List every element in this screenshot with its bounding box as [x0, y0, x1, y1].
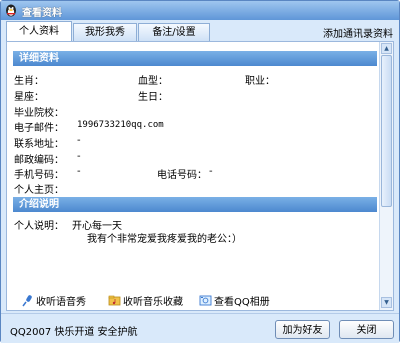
window-title: 查看资料 [22, 8, 62, 19]
qq-penguin-icon [6, 4, 16, 17]
scrollbar-thumb[interactable] [381, 55, 392, 207]
add-friend-button[interactable]: 加为好友 [275, 320, 330, 339]
scroll-up-icon[interactable]: ▲ [381, 43, 392, 54]
mobile-value: - [77, 166, 81, 177]
blood-type-label: 血型： [138, 76, 168, 87]
address-label: 联系地址： [14, 139, 64, 150]
listen-voice-show-label: 收听语音秀 [36, 297, 86, 308]
close-button[interactable]: 关闭 [339, 320, 394, 339]
address-value: - [77, 135, 81, 146]
view-qq-album-link[interactable]: 查看QQ相册 [199, 293, 270, 308]
listen-voice-show-link[interactable]: 收听语音秀 [21, 293, 86, 308]
microphone-icon [22, 295, 32, 307]
profile-window: 查看资料 个人资料 我形我秀 备注/设置 添加通讯录资料 详细资料 生肖： 血型… [0, 0, 400, 343]
school-label: 毕业院校： [14, 108, 64, 119]
tab-bar: 个人资料 我形我秀 备注/设置 添加通讯录资料 [1, 20, 399, 42]
add-contact-link[interactable]: 添加通讯录资料 [323, 25, 393, 40]
listen-music-label: 收听音乐收藏 [123, 297, 183, 308]
vertical-scrollbar[interactable]: ▲ ▼ [379, 42, 393, 310]
email-value: 1996733210qq.com [77, 120, 164, 130]
photo-album-icon [199, 295, 212, 306]
phone-label: 电话号码： [157, 170, 207, 181]
birthday-label: 生日： [138, 92, 168, 103]
intro-line-2: 我有个非常宠爱我疼爱我的老公：） [87, 234, 242, 245]
job-label: 职业： [245, 76, 275, 87]
postcode-value: - [77, 151, 81, 162]
intro-section-header: 介绍说明 [13, 197, 377, 212]
intro-label: 个人说明： [14, 221, 64, 232]
tab-show[interactable]: 我形我秀 [73, 23, 137, 41]
mobile-label: 手机号码： [14, 170, 64, 181]
tab-notes-settings[interactable]: 备注/设置 [138, 23, 210, 41]
footer-bar: QQ2007 快乐开道 安全护航 加为好友 关闭 [1, 313, 399, 343]
scroll-down-icon[interactable]: ▼ [381, 297, 392, 308]
homepage-label: 个人主页： [14, 185, 64, 196]
music-folder-icon [108, 295, 121, 306]
title-bar[interactable]: 查看资料 [1, 1, 399, 20]
email-label: 电子邮件： [14, 123, 64, 134]
postcode-label: 邮政编码： [14, 155, 64, 166]
footer-brand-text: QQ2007 快乐开道 安全护航 [10, 327, 138, 338]
listen-music-link[interactable]: 收听音乐收藏 [108, 293, 183, 308]
constellation-label: 星座： [14, 92, 44, 103]
phone-value: - [209, 166, 213, 177]
profile-panel: 详细资料 生肖： 血型： 职业： 星座： 生日： 毕业院校： 电子邮件： 199… [6, 41, 394, 311]
view-qq-album-label: 查看QQ相册 [214, 297, 270, 308]
details-section-header: 详细资料 [13, 51, 377, 66]
zodiac-label: 生肖： [14, 76, 44, 87]
tab-personal-info[interactable]: 个人资料 [6, 21, 72, 42]
